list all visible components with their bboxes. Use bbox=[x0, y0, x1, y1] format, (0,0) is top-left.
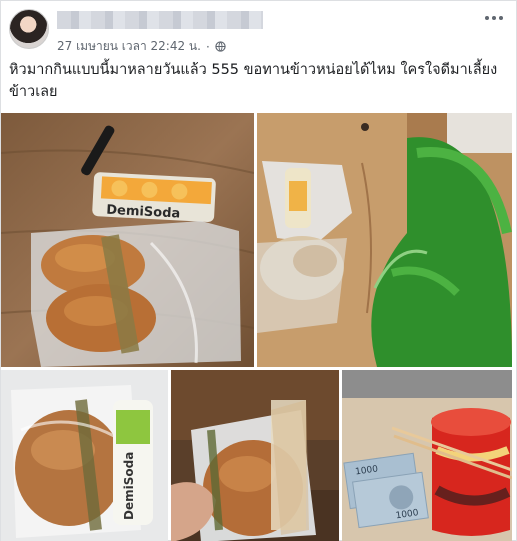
post-timestamp[interactable]: 27 เมษายน เวลา 22:42 น. bbox=[57, 37, 201, 56]
photo-bread-closeup[interactable]: DemiSoda bbox=[1, 370, 168, 541]
avatar[interactable] bbox=[9, 9, 49, 49]
facebook-post: 27 เมษายน เวลา 22:42 น. · หิวมากกินแบบนี… bbox=[0, 0, 517, 541]
author-name-redacted[interactable] bbox=[57, 11, 263, 29]
post-meta: 27 เมษายน เวลา 22:42 น. · bbox=[57, 37, 226, 56]
photo-noodles-and-money[interactable]: 1000 1000 bbox=[342, 370, 512, 541]
globe-icon[interactable] bbox=[215, 41, 226, 52]
post-header: 27 เมษายน เวลา 22:42 น. · bbox=[9, 7, 509, 56]
more-options-icon[interactable] bbox=[481, 9, 507, 27]
photo-cabinet-with-towel[interactable] bbox=[257, 113, 512, 367]
photo-soda-and-bread[interactable]: DemiSoda bbox=[1, 113, 254, 367]
can-brand-label: DemiSoda bbox=[122, 452, 136, 520]
photo-hand-holding-bread[interactable] bbox=[171, 370, 339, 541]
meta-separator: · bbox=[205, 39, 210, 54]
post-text: หิวมากกินแบบนี้มาหลายวันแล้ว 555 ขอทานข้… bbox=[9, 62, 498, 100]
